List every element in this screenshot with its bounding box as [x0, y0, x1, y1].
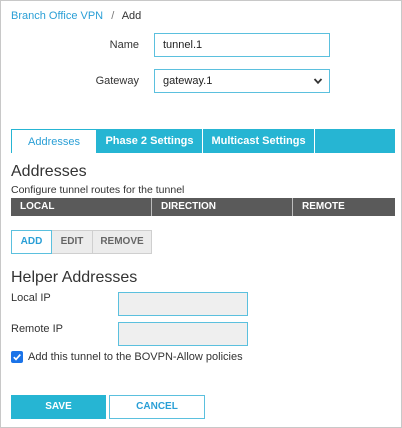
tab-bar: Addresses Phase 2 Settings Multicast Set…	[11, 129, 395, 153]
add-route-button[interactable]: ADD	[11, 230, 52, 254]
addresses-description: Configure tunnel routes for the tunnel	[11, 184, 185, 196]
breadcrumb-parent-link[interactable]: Branch Office VPN	[11, 10, 103, 22]
breadcrumb: Branch Office VPN / Add	[11, 10, 141, 22]
edit-route-button[interactable]: EDIT	[52, 230, 93, 254]
save-button[interactable]: SAVE	[11, 395, 106, 419]
breadcrumb-separator: /	[111, 10, 115, 22]
checkmark-icon	[13, 354, 21, 361]
column-direction[interactable]: DIRECTION	[152, 198, 293, 216]
name-label: Name	[109, 39, 139, 51]
column-local[interactable]: LOCAL	[11, 198, 152, 216]
helper-addresses-title: Helper Addresses	[11, 269, 138, 286]
route-action-buttons: ADD EDIT REMOVE	[11, 230, 152, 254]
column-remote[interactable]: REMOTE	[293, 198, 395, 216]
cancel-button[interactable]: CANCEL	[109, 395, 205, 419]
remote-ip-label: Remote IP	[11, 323, 63, 335]
bovpn-allow-label: Add this tunnel to the BOVPN-Allow polic…	[28, 351, 243, 363]
tab-addresses[interactable]: Addresses	[11, 129, 97, 153]
bovpn-allow-checkbox[interactable]	[11, 351, 23, 363]
remote-ip-input[interactable]	[118, 322, 248, 346]
name-input[interactable]: tunnel.1	[154, 33, 330, 57]
addresses-title: Addresses	[11, 163, 87, 180]
local-ip-input[interactable]	[118, 292, 248, 316]
chevron-down-icon	[313, 78, 323, 85]
tunnel-routes-table-header: LOCAL DIRECTION REMOTE	[11, 198, 395, 216]
gateway-label: Gateway	[95, 75, 139, 87]
local-ip-label: Local IP	[11, 292, 51, 304]
gateway-select[interactable]: gateway.1	[154, 69, 330, 93]
bovpn-add-page: Branch Office VPN / Add Name tunnel.1 Ga…	[0, 0, 402, 428]
remove-route-button[interactable]: REMOVE	[93, 230, 152, 254]
breadcrumb-current: Add	[121, 10, 142, 22]
tab-phase2-settings[interactable]: Phase 2 Settings	[97, 129, 203, 153]
gateway-selected-value: gateway.1	[163, 75, 213, 87]
tab-multicast-settings[interactable]: Multicast Settings	[203, 129, 315, 153]
